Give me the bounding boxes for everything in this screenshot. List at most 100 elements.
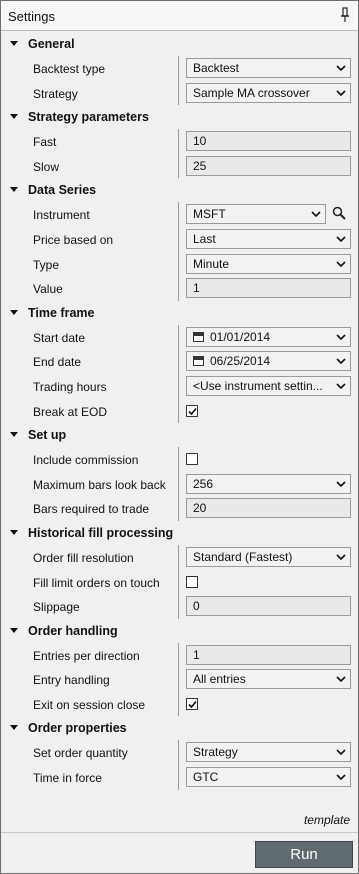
category-label: Strategy parameters — [28, 110, 149, 125]
instrument-dropdown[interactable]: MSFT — [186, 204, 326, 225]
property-row-slippage: Slippage 0 — [1, 594, 358, 619]
price-based-on-dropdown[interactable]: Last — [186, 228, 351, 249]
collapse-triangle-icon[interactable] — [10, 725, 18, 731]
property-label: Order fill resolution — [33, 550, 134, 565]
column-splitter[interactable] — [178, 251, 179, 277]
set-order-quantity-dropdown[interactable]: Strategy — [186, 742, 351, 763]
strategy-dropdown[interactable]: Sample MA crossover — [186, 82, 351, 103]
chevron-down-icon — [336, 358, 346, 365]
category-label: Data Series — [28, 183, 97, 198]
break-at-eod-checkbox[interactable] — [186, 404, 198, 417]
collapse-triangle-icon[interactable] — [10, 309, 18, 315]
property-label: Set order quantity — [33, 746, 128, 761]
fast-input[interactable]: 10 — [186, 131, 351, 152]
category-header[interactable]: Time frame — [1, 301, 358, 325]
collapse-triangle-icon[interactable] — [10, 187, 18, 193]
category-header[interactable]: Strategy parameters — [1, 105, 358, 129]
column-splitter[interactable] — [178, 398, 179, 424]
column-splitter[interactable] — [178, 667, 179, 692]
column-splitter[interactable] — [178, 349, 179, 374]
slow-input[interactable]: 25 — [186, 155, 351, 176]
entry-handling-dropdown[interactable]: All entries — [186, 669, 351, 690]
column-splitter[interactable] — [178, 226, 179, 252]
column-splitter[interactable] — [178, 153, 179, 179]
column-splitter[interactable] — [178, 56, 179, 81]
property-label: Slippage — [33, 600, 80, 615]
dropdown-value: Sample MA crossover — [193, 85, 310, 100]
collapse-triangle-icon[interactable] — [10, 114, 18, 120]
dropdown-value: All entries — [193, 672, 246, 687]
chevron-down-icon — [311, 211, 321, 218]
property-label: End date — [33, 355, 82, 370]
collapse-triangle-icon[interactable] — [10, 627, 18, 633]
run-button[interactable]: Run — [255, 841, 353, 868]
dropdown-value: Strategy — [193, 745, 238, 760]
slippage-input[interactable]: 0 — [186, 596, 351, 617]
collapse-triangle-icon[interactable] — [10, 432, 18, 438]
settings-window: Settings General Backtest type Backtest Str… — [0, 0, 359, 874]
start-date-picker[interactable]: 01/01/2014 — [186, 326, 351, 347]
property-label: Entry handling — [33, 673, 110, 688]
column-splitter[interactable] — [178, 691, 179, 717]
column-splitter[interactable] — [178, 544, 179, 570]
column-splitter[interactable] — [178, 373, 179, 399]
column-splitter[interactable] — [178, 642, 179, 668]
bars-required-to-trade-input[interactable]: 20 — [186, 498, 351, 519]
column-splitter[interactable] — [178, 569, 179, 595]
category-label: Order properties — [28, 721, 127, 736]
column-splitter[interactable] — [178, 276, 179, 301]
value-input[interactable]: 1 — [186, 278, 351, 299]
column-splitter[interactable] — [178, 740, 179, 766]
column-splitter[interactable] — [178, 324, 179, 350]
input-value: 1 — [193, 281, 200, 296]
column-splitter[interactable] — [178, 594, 179, 619]
property-row-set-order-quantity: Set order quantity Strategy — [1, 740, 358, 766]
category-header[interactable]: General — [1, 32, 358, 56]
pin-icon[interactable] — [340, 7, 350, 23]
category-label: Set up — [28, 428, 67, 443]
trading-hours-dropdown[interactable]: <Use instrument settin... — [186, 375, 351, 396]
column-splitter[interactable] — [178, 80, 179, 106]
order-fill-resolution-dropdown[interactable]: Standard (Fastest) — [186, 546, 351, 567]
property-row-type: Type Minute — [1, 251, 358, 277]
dropdown-value: Minute — [193, 256, 230, 271]
type-dropdown[interactable]: Minute — [186, 253, 351, 274]
column-splitter[interactable] — [178, 447, 179, 472]
include-commission-checkbox[interactable] — [186, 453, 198, 466]
column-splitter[interactable] — [178, 202, 179, 227]
maximum-bars-look-back-dropdown[interactable]: 256 — [186, 473, 351, 494]
column-splitter[interactable] — [178, 129, 179, 154]
column-splitter[interactable] — [178, 765, 179, 790]
property-label: Strategy — [33, 86, 78, 101]
property-row-start-date: Start date 01/01/2014 — [1, 324, 358, 350]
property-row-backtest-type: Backtest type Backtest — [1, 56, 358, 81]
property-label: Instrument — [33, 208, 90, 223]
property-row-bars-required-to-trade: Bars required to trade 20 — [1, 496, 358, 521]
end-date-picker[interactable]: 06/25/2014 — [186, 351, 351, 372]
column-splitter[interactable] — [178, 496, 179, 521]
time-in-force-dropdown[interactable]: GTC — [186, 767, 351, 788]
category-header[interactable]: Set up — [1, 423, 358, 447]
entries-per-direction-input[interactable]: 1 — [186, 644, 351, 665]
search-icon[interactable] — [332, 206, 346, 221]
category-header[interactable]: Order handling — [1, 619, 358, 643]
exit-on-session-close-checkbox[interactable] — [186, 697, 198, 710]
instrument-value: MSFT — [193, 207, 226, 222]
category-header[interactable]: Data Series — [1, 178, 358, 202]
property-label: Trading hours — [33, 379, 107, 394]
category-header[interactable]: Historical fill processing — [1, 521, 358, 545]
category-header[interactable]: Order properties — [1, 716, 358, 740]
collapse-triangle-icon[interactable] — [10, 41, 18, 46]
backtest-type-dropdown[interactable]: Backtest — [186, 58, 351, 78]
title-bar: Settings — [1, 1, 358, 31]
chevron-down-icon — [336, 774, 346, 781]
property-row-fast: Fast 10 — [1, 129, 358, 154]
fill-limit-orders-on-touch-checkbox[interactable] — [186, 575, 198, 588]
template-link[interactable]: template — [304, 813, 350, 827]
collapse-triangle-icon[interactable] — [10, 529, 18, 535]
property-row-include-commission: Include commission — [1, 447, 358, 472]
column-splitter[interactable] — [178, 471, 179, 497]
property-label: Entries per direction — [33, 648, 140, 663]
property-label: Type — [33, 257, 60, 272]
calendar-icon — [193, 356, 204, 367]
